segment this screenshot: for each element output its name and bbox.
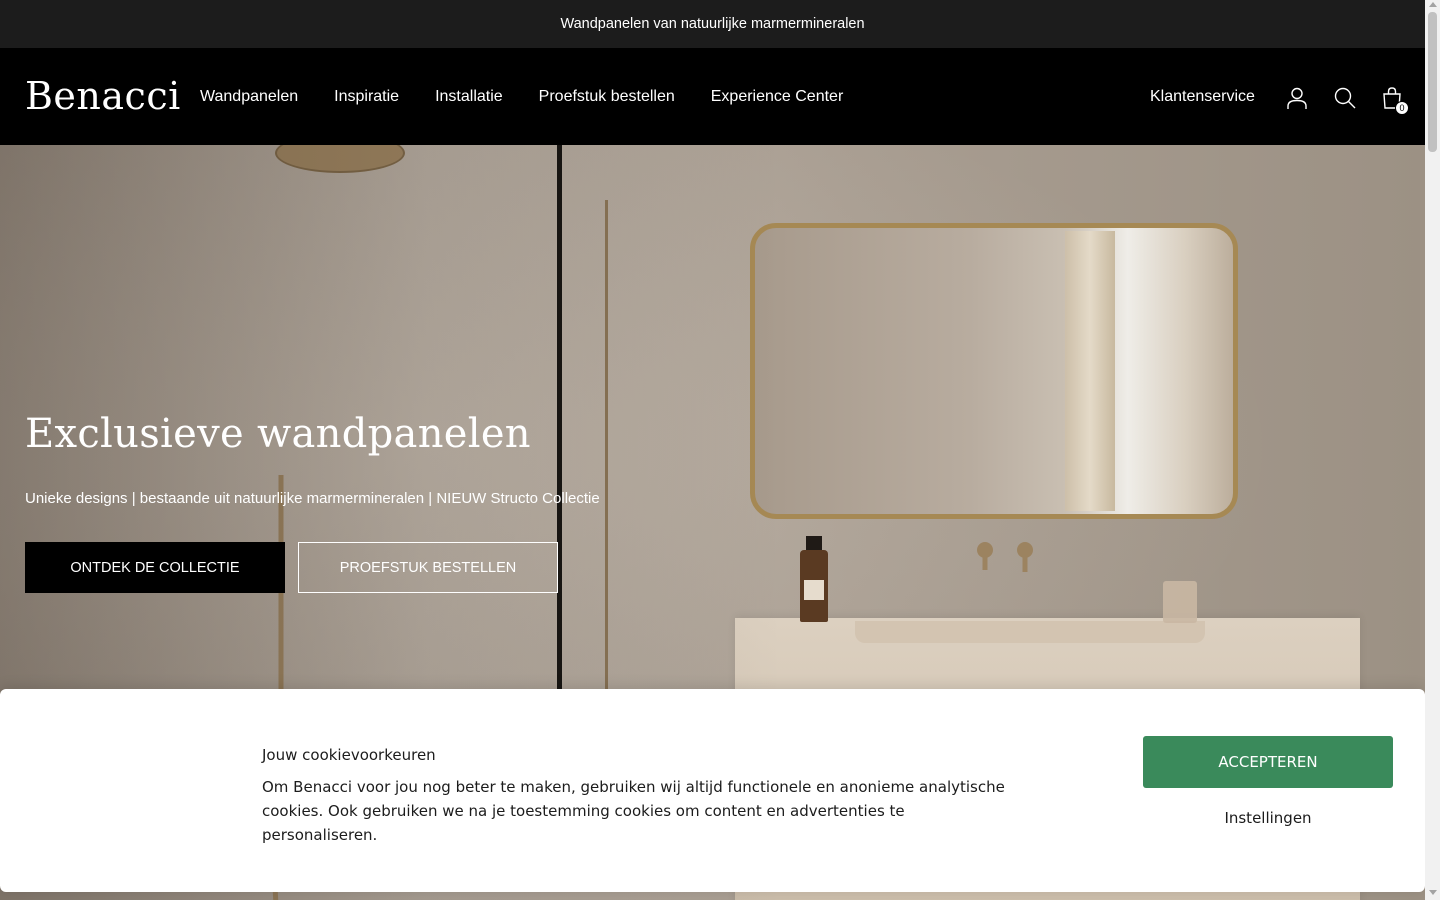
scroll-down-arrow-icon[interactable]	[1428, 890, 1437, 895]
announcement-text: Wandpanelen van natuurlijke marmerminera…	[560, 16, 865, 32]
hero-title: Exclusieve wandpanelen	[25, 411, 531, 457]
announcement-bar: Wandpanelen van natuurlijke marmerminera…	[0, 0, 1425, 48]
scrollbar-thumb[interactable]	[1428, 12, 1437, 152]
logo[interactable]: Benacci	[25, 74, 181, 118]
nav-item-wandpanelen[interactable]: Wandpanelen	[200, 88, 298, 106]
account-icon[interactable]	[1285, 86, 1309, 110]
nav-item-experience-center[interactable]: Experience Center	[711, 88, 844, 106]
order-sample-button[interactable]: PROEFSTUK BESTELLEN	[298, 542, 558, 593]
nav-item-installatie[interactable]: Installatie	[435, 88, 503, 106]
cart-count-badge: 0	[1395, 101, 1409, 115]
hero-subtitle: Unieke designs | bestaande uit natuurlij…	[25, 490, 600, 507]
search-icon[interactable]	[1333, 86, 1357, 110]
site-header: Benacci Wandpanelen Inspiratie Installat…	[0, 48, 1425, 145]
cookie-text: Om Benacci voor jou nog beter te maken, …	[262, 778, 1005, 844]
accept-cookies-button[interactable]: ACCEPTEREN	[1143, 736, 1393, 788]
customer-service-link[interactable]: Klantenservice	[1150, 88, 1255, 106]
nav-item-proefstuk[interactable]: Proefstuk bestellen	[539, 88, 675, 106]
discover-collection-button[interactable]: ONTDEK DE COLLECTIE	[25, 542, 285, 593]
scroll-up-arrow-icon[interactable]	[1428, 2, 1437, 7]
cookie-title: Jouw cookievoorkeuren	[262, 746, 436, 764]
nav-item-inspiratie[interactable]: Inspiratie	[334, 88, 399, 106]
cookie-settings-link[interactable]: Instellingen	[1143, 809, 1393, 827]
main-nav: Wandpanelen Inspiratie Installatie Proef…	[200, 88, 843, 106]
cookie-banner: Jouw cookievoorkeuren Om Benacci voor jo…	[0, 689, 1425, 892]
